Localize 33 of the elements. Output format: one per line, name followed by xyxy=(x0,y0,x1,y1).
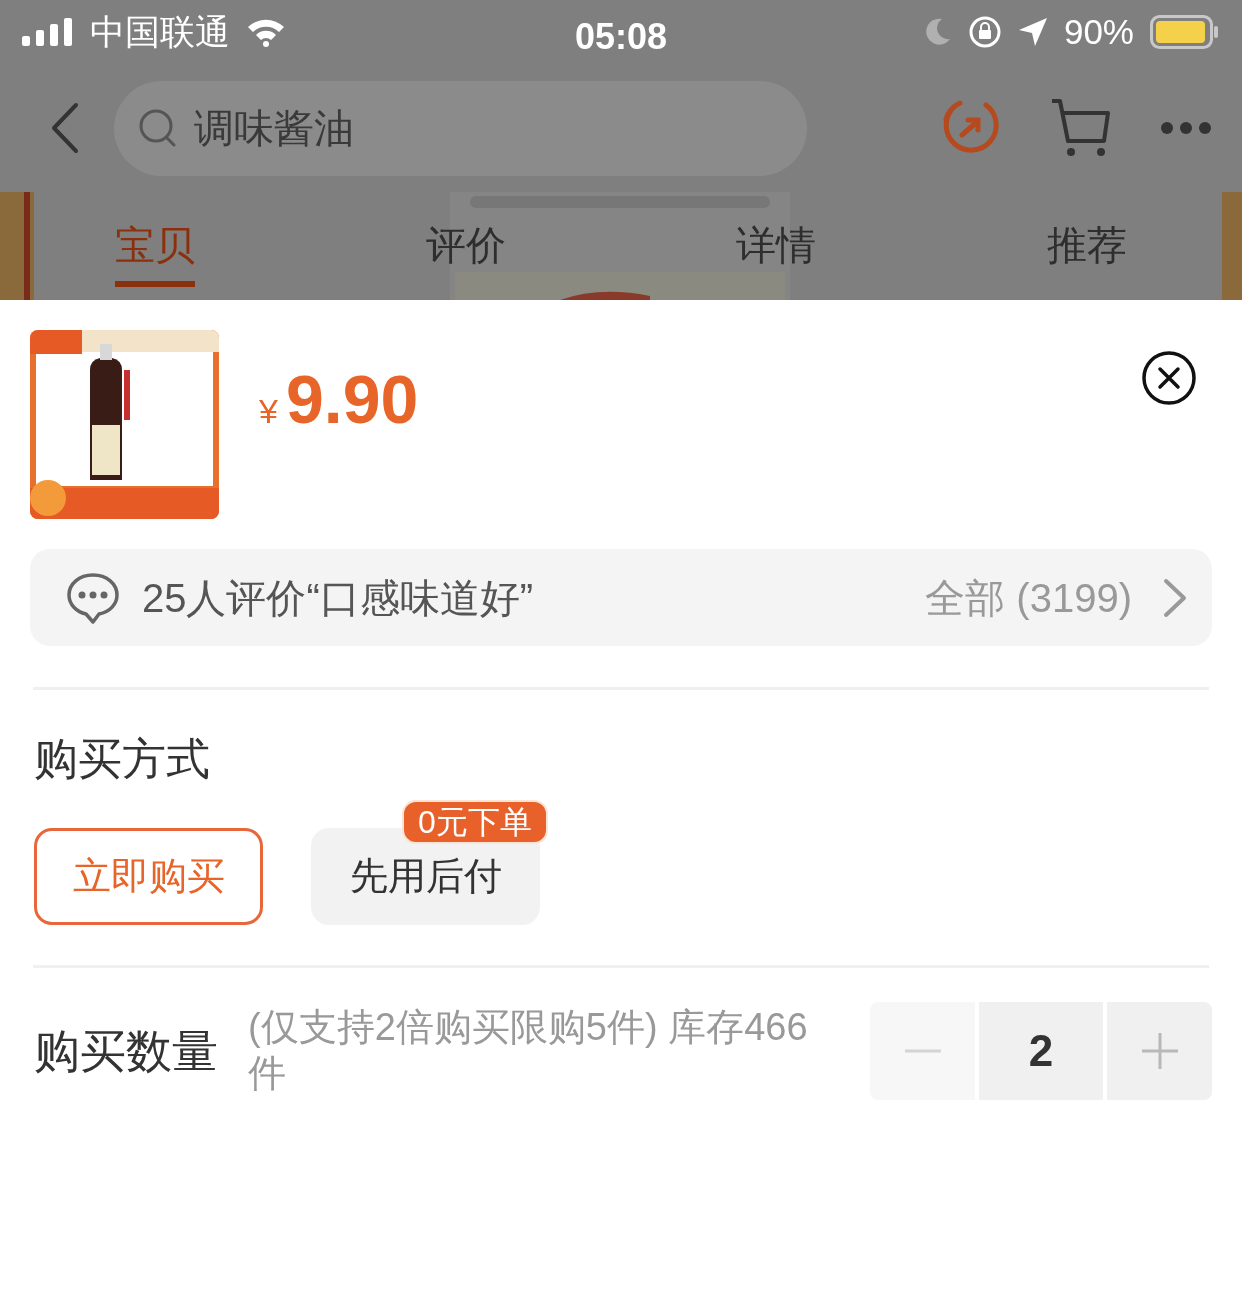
rotation-lock-icon xyxy=(967,15,1002,49)
tab[interactable]: 推荐 xyxy=(1046,205,1127,287)
wifi-icon xyxy=(246,17,286,47)
purchase-option[interactable]: 立即购买 xyxy=(34,828,263,925)
chat-bubble-icon xyxy=(66,571,120,624)
minus-icon xyxy=(904,1049,941,1053)
tab[interactable]: 宝贝 xyxy=(115,205,196,287)
price: 9.90 xyxy=(285,360,419,439)
battery-icon xyxy=(1150,15,1220,49)
plus-icon xyxy=(1141,1033,1178,1069)
search-field[interactable]: 调味酱油 xyxy=(114,80,807,176)
section-title: 购买方式 xyxy=(34,733,211,785)
location-arrow-icon xyxy=(1017,17,1048,47)
currency-symbol: ¥ xyxy=(259,391,278,432)
battery-percentage: 90% xyxy=(1063,10,1134,53)
clock: 05:08 xyxy=(573,15,669,59)
review-summary-bar[interactable]: 25人评价“口感味道好” 全部 (3199) xyxy=(30,549,1212,646)
signal-icon xyxy=(22,18,74,46)
tab[interactable]: 详情 xyxy=(736,205,817,287)
section-title: 购买数量 xyxy=(34,1023,218,1079)
close-icon xyxy=(1141,350,1197,406)
quantity-note: (仅支持2倍购买限购5件) 库存466件 xyxy=(248,1005,808,1096)
tab[interactable]: 评价 xyxy=(425,205,506,287)
carrier-name: 中国联通 xyxy=(90,10,230,53)
chevron-right-icon xyxy=(1162,577,1188,618)
promo-badge: 0元下单 xyxy=(402,800,548,844)
review-summary-text: 25人评价“口感味道好” xyxy=(142,574,534,622)
back-button[interactable] xyxy=(50,102,80,154)
all-reviews-link[interactable]: 全部 (3199) xyxy=(919,566,1138,629)
quantity-value: 2 xyxy=(979,1002,1103,1100)
cart-icon xyxy=(1050,97,1112,159)
more-icon xyxy=(1160,121,1212,135)
close-button[interactable] xyxy=(1141,350,1197,406)
